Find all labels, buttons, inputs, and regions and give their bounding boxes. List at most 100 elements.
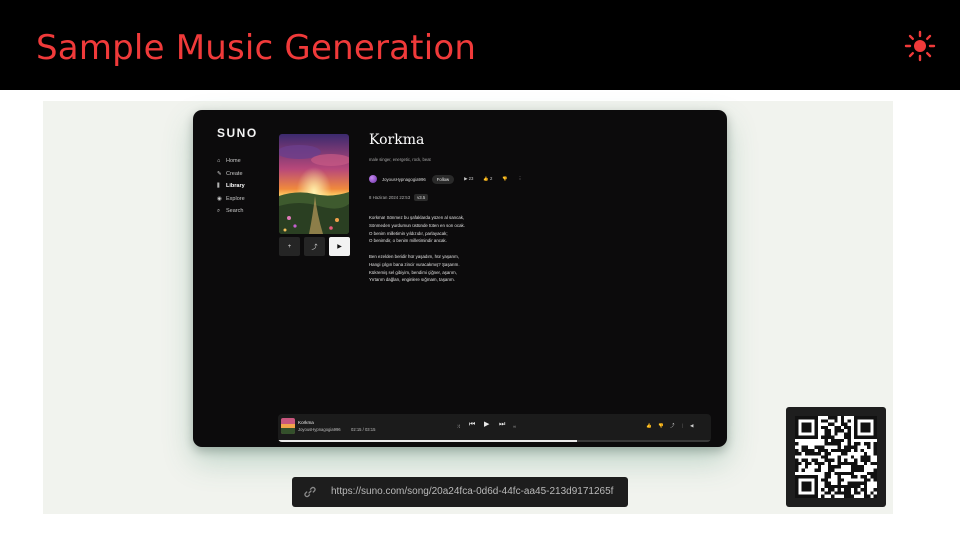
qr-module [837,488,841,492]
qr-module [827,429,832,433]
qr-module [844,494,848,498]
like-icon[interactable]: 👍 [646,423,652,429]
author-name[interactable]: JoyousHypnagogia996 [382,177,426,182]
qr-module [844,461,848,466]
play-icon[interactable]: ▶ [484,421,489,429]
suno-logo[interactable]: SUNO [217,126,258,140]
qr-module [850,445,855,449]
qr-module [840,429,845,433]
qr-module [831,442,835,446]
home-icon: ⌂ [217,158,221,165]
qr-module [827,422,832,426]
qr-module [837,475,841,479]
qr-module [857,484,861,489]
qr-module [834,471,838,476]
sidebar-item-explore[interactable]: ◉ Explore [217,193,245,206]
version-badge: v3.5 [414,194,429,201]
qr-module [840,484,845,489]
qr-code-icon[interactable] [795,416,877,498]
qr-module [817,445,822,449]
player-thumbnail[interactable] [281,418,295,434]
sidebar-item-create[interactable]: ✎ Create [217,168,245,181]
qr-module [831,438,835,443]
qr-module [831,494,835,498]
qr-module [860,422,871,433]
qr-module [840,452,845,456]
follow-button[interactable]: Follow [431,174,455,184]
player-artist[interactable]: JoyousHypnagogia996 [298,427,341,432]
sidebar-item-label: Home [226,158,241,165]
avatar[interactable] [369,175,377,183]
play-count[interactable]: ▶ 23 [464,176,473,182]
sidebar-nav: ⌂ Home ✎ Create ⫼ Library ◉ Explore ⌕ Se… [217,155,245,218]
volume-icon[interactable]: ◀ [690,423,693,429]
play-button[interactable]: ▶ [329,237,350,256]
qr-module [827,491,832,495]
sidebar-item-library[interactable]: ⫼ Library [217,180,245,193]
more-icon[interactable]: ⋮ [518,176,522,182]
qr-module [827,435,832,439]
share-icon[interactable]: ⤴ [670,423,675,429]
qr-module [831,416,835,420]
qr-module [863,478,868,482]
qr-module [817,468,822,472]
dislike-icon[interactable]: 👎 [502,176,507,182]
progress-track[interactable] [278,440,711,442]
song-url-bar[interactable]: https://suno.com/song/20a24fca-0d6d-44fc… [292,477,628,507]
qr-module [804,465,809,469]
qr-module [850,465,855,469]
like-count[interactable]: 👍 2 [483,176,492,182]
qr-module [837,429,841,433]
shuffle-icon[interactable]: ⤨ [456,423,460,431]
qr-module [824,429,828,433]
next-icon[interactable]: ⏭ [499,421,505,429]
qr-module [850,455,855,459]
share-button[interactable]: ⤴ [304,237,325,256]
player-title[interactable]: Korkma [298,420,314,425]
qr-module [834,419,838,423]
previous-icon[interactable]: ⏮ [469,421,475,429]
qr-code-panel [786,407,886,507]
qr-module [854,442,858,446]
qr-module [867,445,871,449]
song-url[interactable]: https://suno.com/song/20a24fca-0d6d-44fc… [331,486,613,497]
qr-module [854,475,858,479]
qr-module [831,488,835,492]
qr-module [837,442,841,446]
sidebar-item-search[interactable]: ⌕ Search [217,205,245,218]
qr-module [840,416,845,420]
qr-module [854,445,858,449]
song-tags[interactable]: male singer, energetic, rock, beat [369,157,431,162]
add-button[interactable]: + [279,237,300,256]
qr-module [824,435,828,439]
qr-module [840,438,845,443]
qr-module [847,484,851,489]
qr-module [827,484,832,489]
sun-icon[interactable] [904,30,936,62]
dislike-icon[interactable]: 👎 [658,423,664,429]
qr-module [863,494,868,498]
qr-module [804,445,809,449]
qr-module [824,438,828,443]
repeat-icon[interactable]: ∞ [513,423,516,431]
qr-module [867,471,871,476]
sidebar-item-home[interactable]: ⌂ Home [217,155,245,168]
qr-module [867,458,871,462]
qr-module [873,468,877,472]
qr-module [821,419,825,423]
qr-module [850,484,855,489]
divider: | [682,423,684,428]
qr-module [817,465,822,469]
qr-module [847,491,851,495]
qr-module [827,468,832,472]
qr-module [860,488,864,492]
qr-module [801,422,812,433]
qr-module [873,448,877,453]
qr-module [837,425,841,430]
qr-module [870,461,874,466]
qr-module [847,448,851,453]
qr-module [854,458,858,462]
qr-module [844,445,848,449]
qr-module [831,468,835,472]
qr-module [847,432,851,436]
